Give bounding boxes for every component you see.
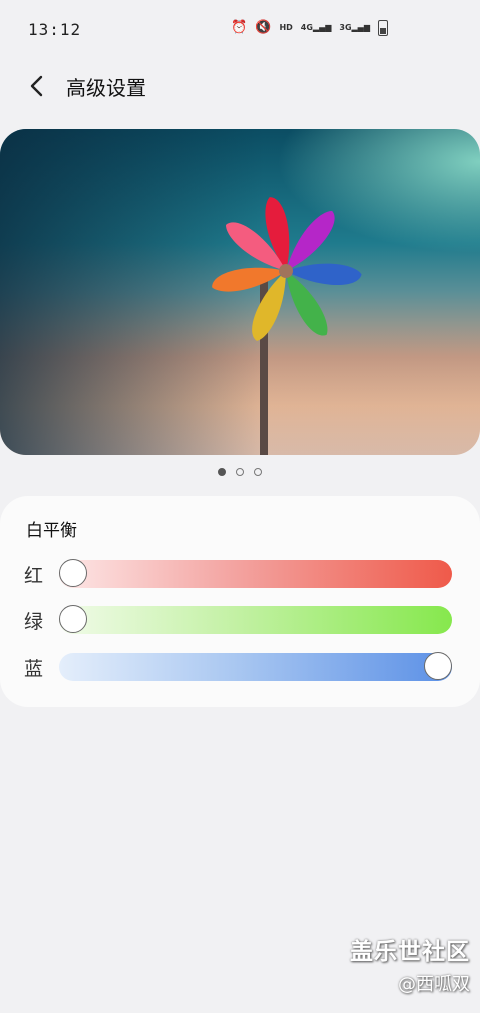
watermark: 盖乐世社区 @西呱双: [350, 932, 470, 996]
page-indicator: [0, 468, 480, 476]
signal-3g-icon: 3G▂▄▆: [339, 23, 370, 32]
status-bar: 13:12 ⏰ 🔇 HD 4G▂▄▆ 3G▂▄▆: [0, 0, 480, 62]
page-title: 高级设置: [66, 76, 146, 100]
white-balance-title: 白平衡: [26, 521, 77, 541]
red-slider-thumb[interactable]: [59, 559, 87, 587]
page-dot-active[interactable]: [218, 468, 226, 476]
back-button[interactable]: [20, 68, 56, 104]
page-dot[interactable]: [254, 468, 262, 476]
green-slider-thumb[interactable]: [59, 605, 87, 633]
alarm-icon: ⏰: [231, 20, 248, 35]
battery-icon: [378, 20, 388, 36]
green-label: 绿: [24, 611, 44, 633]
green-slider[interactable]: [59, 605, 452, 634]
preview-image[interactable]: [0, 129, 480, 455]
blue-slider[interactable]: [59, 652, 452, 681]
header: 高级设置: [0, 62, 480, 108]
page-dot[interactable]: [236, 468, 244, 476]
green-slider-row: 绿: [0, 605, 480, 635]
blue-label: 蓝: [24, 658, 44, 680]
watermark-user: @西呱双: [398, 974, 470, 995]
pinwheel-illustration: [212, 197, 362, 455]
hd-icon: HD: [279, 23, 293, 32]
signal-4g-icon: 4G▂▄▆: [300, 23, 332, 32]
blue-slider-row: 蓝: [0, 652, 480, 682]
watermark-title: 盖乐世社区: [350, 939, 470, 965]
chevron-left-icon: [30, 75, 43, 97]
white-balance-card: 白平衡 红 绿 蓝: [0, 496, 480, 707]
blue-slider-thumb[interactable]: [424, 652, 452, 680]
mute-icon: 🔇: [255, 20, 272, 35]
red-label: 红: [24, 565, 44, 587]
status-time: 13:12: [28, 20, 82, 39]
red-slider-row: 红: [0, 559, 480, 589]
status-icons: ⏰ 🔇 HD 4G▂▄▆ 3G▂▄▆: [231, 20, 388, 36]
red-slider[interactable]: [59, 559, 452, 588]
